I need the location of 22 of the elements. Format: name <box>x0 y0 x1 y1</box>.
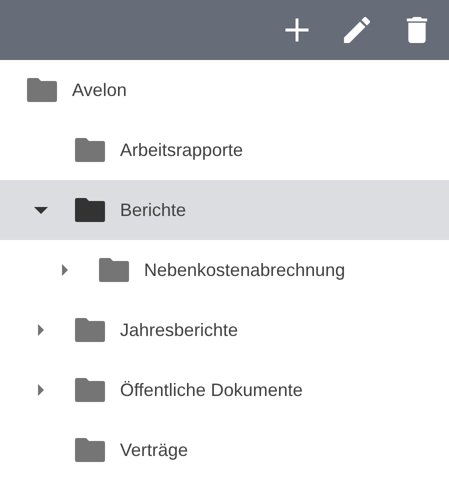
folder-label: Berichte <box>120 198 186 222</box>
folder-label: Öffentliche Dokumente <box>120 378 303 402</box>
folder-icon <box>75 138 105 162</box>
pencil-button[interactable] <box>344 17 370 43</box>
folder-label: Verträge <box>120 438 188 462</box>
folder-icon <box>75 438 105 462</box>
folder-icon <box>75 198 105 222</box>
caret-right-icon[interactable] <box>62 264 68 276</box>
caret-right-icon[interactable] <box>38 384 44 396</box>
trash-button[interactable] <box>404 17 430 43</box>
folder-icon <box>99 258 129 282</box>
folder-label: Avelon <box>72 78 127 102</box>
caret-down-icon[interactable] <box>34 206 48 214</box>
folder-icon <box>75 378 105 402</box>
tree-row[interactable]: Berichte <box>0 180 449 240</box>
folder-icon <box>75 318 105 342</box>
add-button[interactable] <box>284 17 310 43</box>
folder-label: Arbeitsrapporte <box>120 138 244 162</box>
folder-icon <box>27 78 57 102</box>
caret-right-icon[interactable] <box>38 324 44 336</box>
folder-label: Nebenkostenabrechnung <box>144 258 346 282</box>
folder-label: Jahresberichte <box>120 318 238 342</box>
